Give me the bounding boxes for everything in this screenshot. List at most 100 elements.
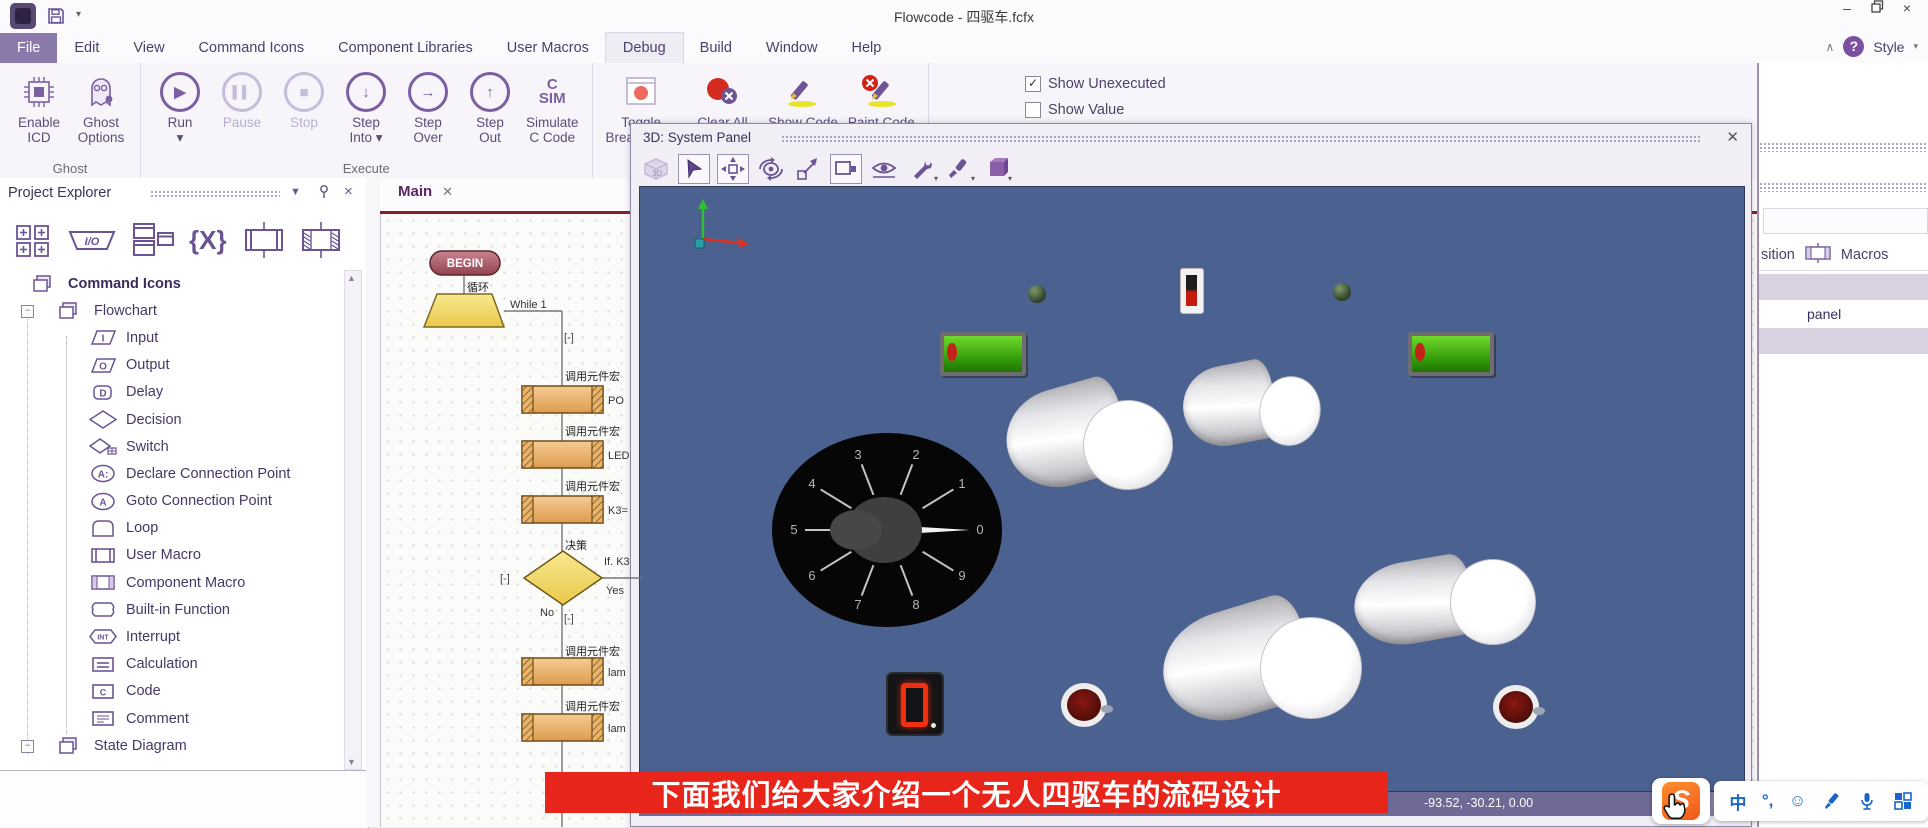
collapse-toggle[interactable]: [-] xyxy=(564,332,574,344)
grid-plus-icon[interactable] xyxy=(12,214,54,266)
component-macro-icon[interactable] xyxy=(522,658,603,685)
tree-item-calculation[interactable]: Calculation xyxy=(0,651,344,678)
battery-pack[interactable] xyxy=(1408,332,1494,376)
tree-item-built-in-function[interactable]: Built-in Function xyxy=(0,596,344,623)
restore-button[interactable] xyxy=(1862,0,1892,16)
close-panel-icon[interactable]: × xyxy=(344,183,353,200)
pin-icon[interactable] xyxy=(316,184,332,205)
enable-icd-button[interactable]: EnableICD xyxy=(13,69,65,145)
help-icon[interactable]: ? xyxy=(1843,36,1864,57)
move-tool[interactable] xyxy=(717,154,749,184)
panel-drag-handle[interactable] xyxy=(781,135,1701,144)
tab-close-icon[interactable]: ✕ xyxy=(442,184,453,200)
braces-icon[interactable]: {X} xyxy=(189,214,227,266)
tree-item-goto-connection-point[interactable]: AGoto Connection Point xyxy=(0,488,344,515)
show-value-row[interactable]: Show Value xyxy=(1025,97,1166,123)
scroll-up-icon[interactable]: ▲ xyxy=(347,273,356,283)
close-3d-panel-icon[interactable]: ✕ xyxy=(1726,128,1739,146)
paint-code-button[interactable]: Paint Code xyxy=(848,69,915,130)
macro-bars-icon[interactable] xyxy=(240,214,288,266)
style-menu[interactable]: Style xyxy=(1873,39,1904,55)
step-into-button[interactable]: ↓ StepInto ▾ xyxy=(340,69,392,145)
panel-drag-handle[interactable] xyxy=(1759,142,1928,152)
panel-drag-handle[interactable] xyxy=(1759,182,1928,192)
tree-item-flowchart[interactable]: −Flowchart xyxy=(0,297,344,324)
project-explorer-header[interactable]: Project Explorer ▼ × xyxy=(0,178,366,210)
collapse-toggle[interactable]: [-] xyxy=(564,613,574,625)
panel-menu-caret-icon[interactable]: ▼ xyxy=(290,186,301,198)
component-macro-icon[interactable] xyxy=(522,386,603,413)
io-icon[interactable]: I/O xyxy=(67,214,117,266)
cube-solid-tool[interactable]: ▾ xyxy=(980,155,1010,183)
tree-expander-icon[interactable]: − xyxy=(21,740,34,753)
tree-item-delay[interactable]: DDelay xyxy=(0,379,344,406)
menu-command-icons[interactable]: Command Icons xyxy=(182,33,322,63)
macro-hatch-icon[interactable] xyxy=(301,214,341,266)
ime-toolbar[interactable]: 中°,☺ xyxy=(1714,781,1928,821)
menu-build[interactable]: Build xyxy=(683,33,749,63)
rotary-dial[interactable]: 0123456789 xyxy=(772,433,1002,627)
motor-face[interactable] xyxy=(1450,559,1536,645)
tree-item-component-macro[interactable]: Component Macro xyxy=(0,569,344,596)
minimize-button[interactable]: – xyxy=(1832,0,1862,16)
rocker-switch[interactable] xyxy=(1180,268,1204,314)
show-value-checkbox[interactable] xyxy=(1025,102,1041,118)
step-out-button[interactable]: ↑ StepOut xyxy=(464,69,516,145)
menu-view[interactable]: View xyxy=(116,33,181,63)
tree-item-command-icons[interactable]: Command Icons xyxy=(0,270,344,297)
tree-item-input[interactable]: IInput xyxy=(0,324,344,351)
3d-viewport[interactable]: 0123456789 xyxy=(639,186,1745,792)
tree-item-user-macro[interactable]: User Macro xyxy=(0,542,344,569)
decision-icon[interactable] xyxy=(524,551,602,605)
component-macro-icon[interactable] xyxy=(522,496,603,523)
show-code-button[interactable]: Show Code xyxy=(768,69,838,130)
component-macro-icon[interactable] xyxy=(522,714,603,741)
led-sphere[interactable] xyxy=(1333,283,1351,301)
emoji-icon[interactable]: ☺ xyxy=(1789,791,1806,811)
seven-segment-display[interactable] xyxy=(886,672,944,736)
cube3d-tool[interactable]: 3D xyxy=(641,155,671,183)
menu-help[interactable]: Help xyxy=(834,33,898,63)
stop-button[interactable]: ■ Stop xyxy=(278,69,330,130)
component-macro-icon[interactable] xyxy=(522,441,603,468)
collapse-toggle[interactable]: [-] xyxy=(500,573,510,585)
scroll-down-icon[interactable]: ▼ xyxy=(347,757,356,767)
tree-item-loop[interactable]: Loop xyxy=(0,515,344,542)
menu-debug[interactable]: Debug xyxy=(606,33,683,63)
battery-pack[interactable] xyxy=(940,332,1026,376)
show-unexecuted-row[interactable]: ✓ Show Unexecuted xyxy=(1025,71,1166,97)
wheel[interactable] xyxy=(1493,685,1539,729)
select-tool[interactable] xyxy=(678,154,710,184)
pen-icon[interactable] xyxy=(1822,791,1842,811)
run-button[interactable]: ▶ Run▾ xyxy=(154,69,206,145)
macro-row[interactable] xyxy=(1759,274,1928,300)
led-sphere[interactable] xyxy=(1028,285,1046,303)
motor-face[interactable] xyxy=(1260,617,1362,719)
wrench-tool[interactable]: ▾ xyxy=(906,155,936,183)
panel-drag-handle[interactable] xyxy=(150,190,280,198)
show-unexecuted-checkbox[interactable]: ✓ xyxy=(1025,76,1041,92)
microphone-icon[interactable] xyxy=(1857,791,1877,811)
tree-item-state-diagram[interactable]: −State Diagram xyxy=(0,732,344,759)
macro-row[interactable] xyxy=(1759,328,1928,354)
eye-tool[interactable] xyxy=(869,155,899,183)
simulate-c-code-button[interactable]: CSIM SimulateC Code xyxy=(526,69,579,145)
menu-file[interactable]: File xyxy=(0,33,57,63)
tree-expander-icon[interactable]: − xyxy=(21,305,34,318)
menu-user-macros[interactable]: User Macros xyxy=(490,33,606,63)
tree-item-switch[interactable]: Switch xyxy=(0,433,344,460)
resize-tool[interactable] xyxy=(793,155,823,183)
menu-component-libraries[interactable]: Component Libraries xyxy=(321,33,490,63)
ghost-options-button[interactable]: GhostOptions xyxy=(75,69,127,145)
style-caret-icon[interactable]: ▾ xyxy=(1913,41,1918,52)
tree-item-decision[interactable]: Decision xyxy=(0,406,344,433)
wheel[interactable] xyxy=(1061,683,1107,727)
chinese-mode-icon[interactable]: 中 xyxy=(1729,789,1746,814)
tree-item-comment[interactable]: Comment xyxy=(0,705,344,732)
loop-start-icon[interactable] xyxy=(424,294,504,327)
collapse-ribbon-icon[interactable]: ∧ xyxy=(1826,40,1835,54)
keyboard-grid-icon[interactable] xyxy=(1893,791,1913,811)
brush-tool[interactable]: ▾ xyxy=(943,155,973,183)
windows-icon[interactable] xyxy=(130,214,176,266)
tree-scrollbar[interactable]: ▲ ▼ xyxy=(344,270,362,770)
